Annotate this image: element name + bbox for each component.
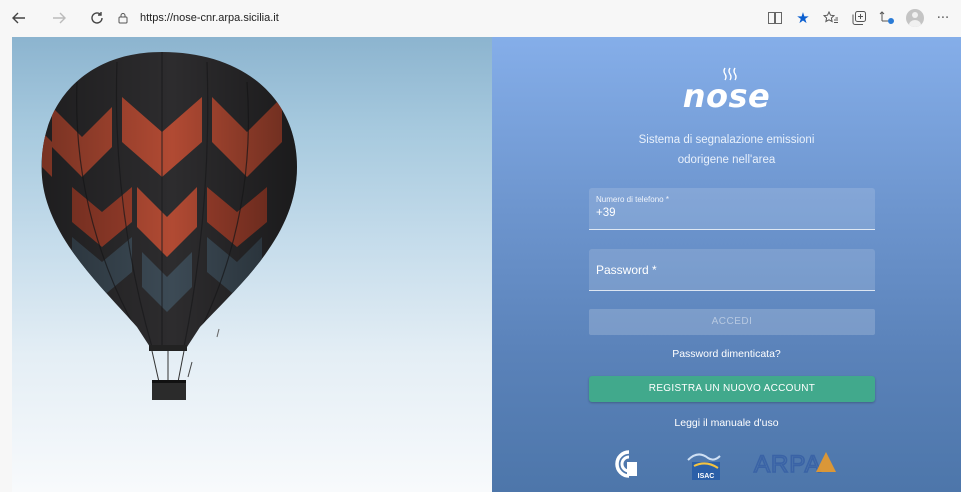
browser-actions: ★ ···: [761, 5, 957, 31]
refresh-icon[interactable]: [82, 3, 112, 33]
more-menu-icon[interactable]: ···: [929, 5, 957, 31]
login-button[interactable]: ACCEDI: [589, 309, 875, 335]
forgot-password-link[interactable]: Password dimenticata?: [492, 348, 961, 360]
page-content: nose Sistema di segnalazione emissioni o…: [12, 37, 961, 492]
app-subtitle: Sistema di segnalazione emissioni odorig…: [492, 130, 961, 170]
password-field[interactable]: Password *: [589, 249, 875, 291]
user-manual-link[interactable]: Leggi il manuale d'uso: [492, 417, 961, 429]
forward-arrow-icon[interactable]: [44, 3, 74, 33]
login-panel: nose Sistema di segnalazione emissioni o…: [492, 37, 961, 492]
browser-toolbar: https://nose-cnr.arpa.sicilia.it ★ ···: [0, 0, 961, 36]
hero-image-balloon: [12, 37, 492, 492]
svg-text:ISAC: ISAC: [698, 473, 715, 480]
subtitle-line-2: odorigene nell'area: [677, 154, 776, 166]
phone-input[interactable]: [596, 207, 866, 219]
hot-air-balloon-illustration: [41, 52, 297, 400]
url-text[interactable]: https://nose-cnr.arpa.sicilia.it: [140, 12, 279, 24]
cnr-logo: [615, 450, 637, 478]
register-account-button[interactable]: REGISTRA UN NUOVO ACCOUNT: [589, 376, 875, 402]
svg-text:ARPA: ARPA: [754, 451, 822, 478]
isac-logo: ISAC: [687, 453, 721, 480]
partner-logos: ISAC ARPA: [492, 442, 961, 482]
phone-field[interactable]: Numero di telefono *: [589, 188, 875, 230]
back-arrow-icon[interactable]: [4, 3, 34, 33]
favorite-star-icon[interactable]: ★: [789, 5, 817, 31]
favorites-list-icon[interactable]: [817, 5, 845, 31]
arpa-logo: ARPA: [753, 450, 836, 479]
lock-icon[interactable]: [116, 11, 130, 25]
extension-icon[interactable]: [873, 5, 901, 31]
profile-avatar-icon[interactable]: [901, 5, 929, 31]
phone-label: Numero di telefono *: [596, 195, 669, 204]
subtitle-line-1: Sistema di segnalazione emissioni: [638, 134, 815, 146]
collections-icon[interactable]: [845, 5, 873, 31]
password-placeholder[interactable]: Password *: [596, 263, 657, 277]
reader-mode-icon[interactable]: [761, 5, 789, 31]
nose-logo: nose: [682, 77, 771, 115]
